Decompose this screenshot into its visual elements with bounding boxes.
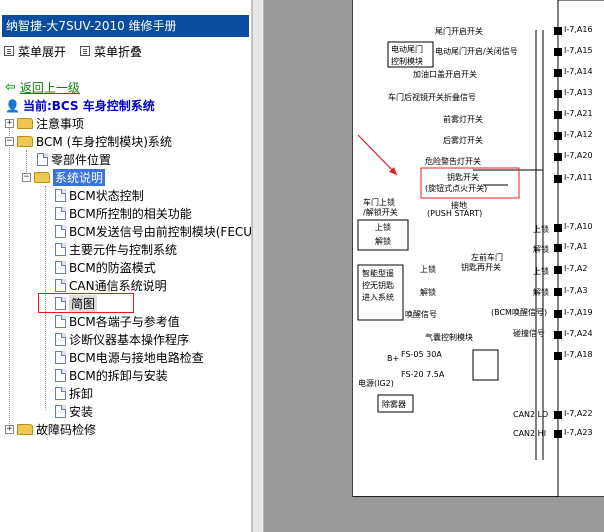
tree-item[interactable]: BCM发送信号由前控制模块(FECU)I: [55, 223, 260, 240]
tree-node-parts[interactable]: 零部件位置: [37, 151, 111, 168]
manual-title: 纳智捷-大7SUV-2010 维修手册: [2, 15, 249, 37]
pin-label: I-7,A10: [564, 222, 593, 231]
pin-label: I-7,A13: [564, 88, 593, 97]
expand-icon: +: [5, 118, 14, 128]
pin-label: I-7,A14: [564, 67, 593, 76]
splitter[interactable]: [252, 0, 264, 532]
pin-label: I-7,A3: [564, 286, 588, 295]
pin-label: I-7,A1: [564, 242, 588, 251]
document-icon: [55, 207, 66, 220]
document-icon: [55, 225, 66, 238]
pin-label: I-7,A2: [564, 264, 588, 273]
document-icon: [55, 387, 66, 400]
highlight-box: [38, 293, 134, 313]
tree-item[interactable]: BCM的拆卸与安装: [55, 367, 168, 384]
document-icon: [55, 405, 66, 418]
tree-item[interactable]: CAN通信系统说明: [55, 277, 167, 294]
document-icon: [55, 189, 66, 202]
document-icon: [55, 369, 66, 382]
document-icon: [55, 243, 66, 256]
list-icon: [4, 46, 14, 56]
pin-label: I-7,A16: [564, 25, 593, 34]
content-pane: 尾门开启开关 电动尾门 控制模块 电动尾门开启/关闭信号 加油口盖开启开关 车门…: [264, 0, 604, 532]
pin-label: I-7,A20: [564, 151, 593, 160]
menu-collapse-button[interactable]: 菜单折叠: [80, 43, 142, 59]
pin-label: I-7,A15: [564, 46, 593, 55]
wiring-diagram: 尾门开启开关 电动尾门 控制模块 电动尾门开启/关闭信号 加油口盖开启开关 车门…: [352, 0, 604, 497]
pin-label: I-7,A12: [564, 130, 593, 139]
tree-node-notes[interactable]: + 注意事项: [5, 115, 84, 132]
pin-label: I-7,A24: [564, 329, 593, 338]
nav-pane: 纳智捷-大7SUV-2010 维修手册 菜单展开 菜单折叠 ⇦ 返回上一级 👤 当前…: [0, 0, 260, 532]
document-icon: [55, 261, 66, 274]
tree-item[interactable]: BCM状态控制: [55, 187, 144, 204]
folder-open-icon: [17, 136, 33, 147]
document-icon: [55, 279, 66, 292]
tree-item[interactable]: 安装: [55, 403, 93, 420]
tree-node-system-desc[interactable]: − 系统说明: [22, 169, 106, 186]
document-icon: [55, 333, 66, 346]
pin-label: I-7,A11: [564, 173, 593, 182]
document-icon: [37, 153, 48, 166]
tree-item[interactable]: BCM电源与接地电路检查: [55, 349, 204, 366]
folder-icon: [17, 118, 33, 129]
tree-node-dtc[interactable]: + 故障码检修: [5, 421, 96, 438]
list-icon: [80, 46, 90, 56]
expand-icon: +: [5, 424, 14, 434]
tree-node-bcm[interactable]: − BCM (车身控制模块)系统: [5, 133, 172, 150]
tree-item[interactable]: 拆卸: [55, 385, 93, 402]
back-link[interactable]: ⇦ 返回上一级: [5, 79, 80, 96]
pin-label: I-7,A21: [564, 109, 593, 118]
folder-open-icon: [34, 172, 50, 183]
document-icon: [55, 351, 66, 364]
collapse-icon: −: [22, 172, 31, 182]
folder-icon: [17, 424, 33, 435]
tree-item[interactable]: 诊断仪器基本操作程序: [55, 331, 189, 348]
person-icon: 👤: [5, 98, 20, 113]
tree-item[interactable]: BCM各端子与参考值: [55, 313, 180, 330]
menu-expand-button[interactable]: 菜单展开: [4, 43, 66, 59]
tree-item[interactable]: BCM所控制的相关功能: [55, 205, 192, 222]
tree-item[interactable]: 主要元件与控制系统: [55, 241, 177, 258]
back-arrow-icon: ⇦: [5, 80, 16, 95]
collapse-icon: −: [5, 136, 14, 146]
document-icon: [55, 315, 66, 328]
pin-label: I-7,A18: [564, 350, 593, 359]
pin-label: I-7,A23: [564, 428, 593, 437]
tree-item[interactable]: BCM的防盗模式: [55, 259, 156, 276]
current-section: 👤 当前:BCS 车身控制系统: [5, 98, 155, 114]
pin-label: I-7,A19: [564, 308, 593, 317]
pin-label: I-7,A22: [564, 409, 593, 418]
